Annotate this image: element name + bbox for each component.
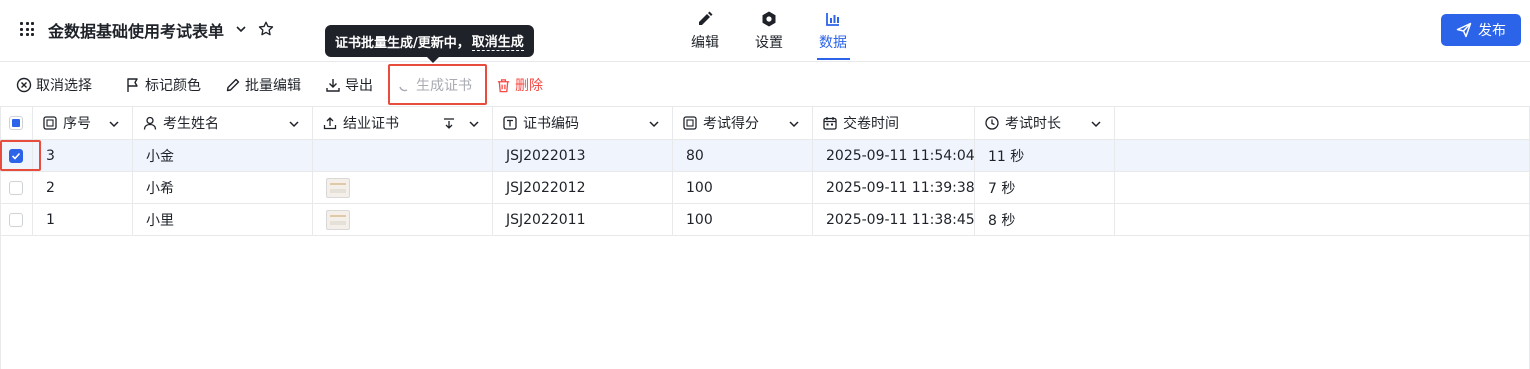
tab-data[interactable]: 数据: [809, 8, 857, 52]
row-select-cell[interactable]: [0, 172, 33, 203]
pencil-icon: [226, 78, 240, 92]
cell-name: 小里: [133, 204, 313, 235]
row-select-cell[interactable]: [0, 204, 33, 235]
certificate-thumbnail[interactable]: [326, 209, 350, 230]
chevron-down-icon[interactable]: [1090, 118, 1102, 130]
chevron-down-icon[interactable]: [108, 118, 120, 130]
cell-duration: 8 秒: [975, 204, 1115, 235]
cell-submit-time: 2025-09-11 11:54:04: [813, 140, 975, 171]
batch-edit-button[interactable]: 批量编辑: [225, 75, 301, 95]
header-duration[interactable]: 考试时长: [975, 107, 1115, 139]
tooltip: 证书批量生成/更新中， 取消生成: [325, 25, 534, 57]
chevron-down-icon[interactable]: [288, 118, 300, 130]
header-cert-code[interactable]: 证书编码: [493, 107, 673, 139]
chevron-down-icon[interactable]: [788, 118, 800, 130]
calendar-icon: [823, 117, 837, 130]
publish-button[interactable]: 发布: [1441, 14, 1521, 46]
upload-icon: [323, 117, 337, 130]
tooltip-arrow: [427, 57, 439, 63]
top-bar: 金数据基础使用考试表单 编辑 设置 数据 发布: [0, 0, 1530, 62]
download-sort-icon[interactable]: [442, 117, 456, 131]
text-field-icon: [503, 116, 517, 130]
row-checkbox-highlight: [0, 140, 41, 171]
header-certificate[interactable]: 结业证书: [313, 107, 493, 139]
row-checkbox[interactable]: [9, 180, 23, 195]
tab-settings[interactable]: 设置: [745, 8, 793, 52]
cell-seq: 3: [33, 140, 133, 171]
number-field-icon: [43, 116, 57, 130]
chevron-down-icon[interactable]: [648, 118, 660, 130]
delete-button[interactable]: 删除: [496, 75, 543, 95]
header-score[interactable]: 考试得分: [673, 107, 813, 139]
cell-certificate[interactable]: [313, 204, 493, 235]
flag-icon: [127, 78, 138, 92]
table-row[interactable]: 2 小希 JSJ2022012 100 2025-09-11 11:39:38 …: [0, 172, 1530, 204]
cell-score: 80: [673, 140, 813, 171]
row-checkbox[interactable]: [9, 212, 23, 227]
trash-icon: [497, 78, 510, 92]
cell-score: 100: [673, 204, 813, 235]
header-name[interactable]: 考生姓名: [133, 107, 313, 139]
number-field-icon: [683, 116, 697, 130]
export-button[interactable]: 导出: [325, 75, 373, 95]
cell-cert-code: JSJ2022011: [493, 204, 673, 235]
bar-chart-icon: [809, 8, 857, 30]
cell-name: 小金: [133, 140, 313, 171]
table-row[interactable]: 1 小里 JSJ2022011 100 2025-09-11 11:38:45 …: [0, 204, 1530, 236]
clock-icon: [985, 116, 999, 130]
table-row[interactable]: 3 小金 JSJ2022013 80 2025-09-11 11:54:04 1…: [0, 140, 1530, 172]
cell-submit-time: 2025-09-11 11:38:45: [813, 204, 975, 235]
active-tab-indicator: [817, 58, 850, 60]
person-icon: [143, 116, 157, 130]
generate-certificate-highlight: [388, 64, 487, 105]
chevron-down-icon[interactable]: [468, 118, 480, 130]
tab-edit[interactable]: 编辑: [681, 8, 729, 52]
cell-cert-code: JSJ2022013: [493, 140, 673, 171]
cancel-selection-button[interactable]: 取消选择: [16, 75, 92, 95]
header-submit-time[interactable]: 交卷时间: [813, 107, 975, 139]
hexagon-settings-icon: [745, 8, 793, 30]
close-circle-icon: [16, 77, 32, 93]
mark-color-button[interactable]: 标记颜色: [125, 75, 201, 95]
cell-certificate[interactable]: [313, 172, 493, 203]
selection-toolbar: 取消选择 标记颜色 批量编辑 导出 生成证书 删除: [0, 63, 1530, 106]
table-header: 序号 考生姓名 结业证书 证书编码 考试得分 交卷时间 考试时长: [0, 106, 1530, 140]
cell-seq: 2: [33, 172, 133, 203]
cell-name: 小希: [133, 172, 313, 203]
header-select-all[interactable]: [0, 107, 33, 139]
download-icon: [326, 79, 340, 92]
star-icon[interactable]: [257, 20, 275, 38]
cell-cert-code: JSJ2022012: [493, 172, 673, 203]
app-grid-icon[interactable]: [20, 22, 34, 36]
cell-certificate[interactable]: [313, 140, 493, 171]
cell-duration: 7 秒: [975, 172, 1115, 203]
cell-submit-time: 2025-09-11 11:39:38: [813, 172, 975, 203]
send-icon: [1456, 22, 1472, 38]
cell-score: 100: [673, 172, 813, 203]
cancel-generation-link[interactable]: 取消生成: [471, 31, 524, 51]
select-all-checkbox[interactable]: [9, 116, 23, 130]
pencil-icon: [681, 8, 729, 30]
chevron-down-icon[interactable]: [234, 22, 248, 36]
cell-seq: 1: [33, 204, 133, 235]
form-title[interactable]: 金数据基础使用考试表单: [48, 18, 224, 42]
certificate-thumbnail[interactable]: [326, 177, 350, 198]
header-seq[interactable]: 序号: [33, 107, 133, 139]
cell-duration: 11 秒: [975, 140, 1115, 171]
